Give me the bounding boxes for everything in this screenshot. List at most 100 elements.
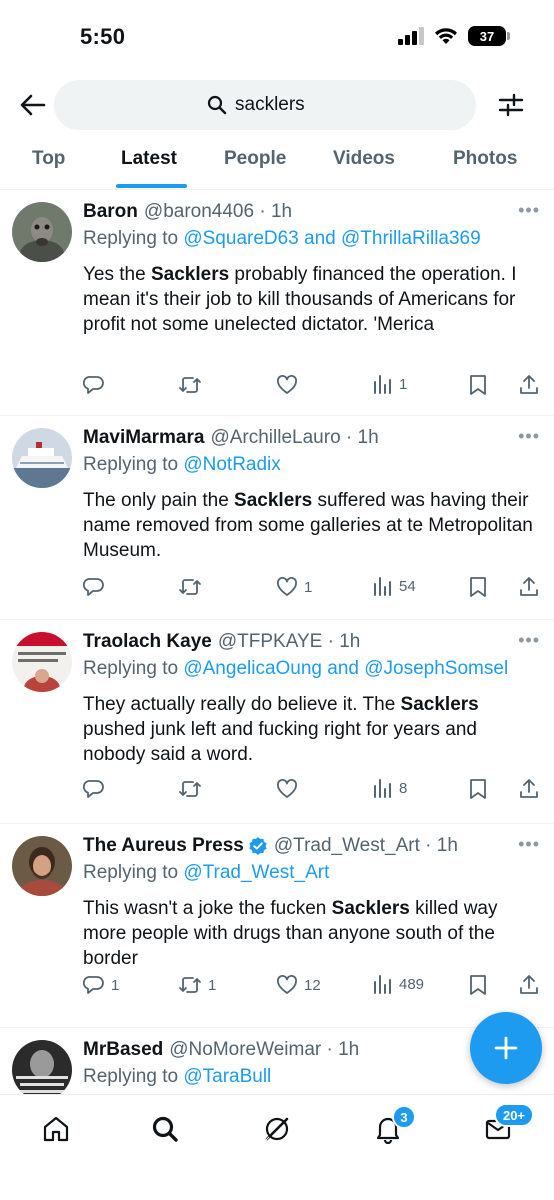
- verified-badge-icon: [248, 836, 268, 856]
- heart-icon: [277, 975, 297, 994]
- retweet-button[interactable]: [178, 576, 208, 598]
- tweet-actions: 1 54: [83, 576, 543, 606]
- like-button[interactable]: [276, 374, 304, 396]
- replying-to-users[interactable]: @SquareD63 and @ThrillaRilla369: [183, 228, 480, 249]
- reply-icon: [83, 578, 104, 596]
- avatar[interactable]: [12, 1040, 72, 1100]
- retweet-button[interactable]: [178, 374, 208, 396]
- replying-to: Replying to @Trad_West_Art: [83, 862, 329, 884]
- tab-videos[interactable]: Videos: [333, 148, 395, 170]
- reply-button[interactable]: [83, 576, 111, 598]
- tweet[interactable]: The Aureus Press @Trad_West_Art · 1h •••…: [0, 824, 554, 1028]
- author-name[interactable]: MrBased: [83, 1039, 163, 1061]
- tweet-text: They actually really do believe it. The …: [83, 692, 539, 767]
- tab-top[interactable]: Top: [32, 148, 65, 170]
- search-input[interactable]: [235, 94, 323, 116]
- bookmark-button[interactable]: [469, 374, 487, 396]
- heart-icon: [277, 779, 297, 798]
- tweet-header: The Aureus Press @Trad_West_Art · 1h: [83, 832, 534, 860]
- avatar[interactable]: [12, 202, 72, 262]
- replying-to: Replying to @NotRadix: [83, 454, 281, 476]
- tab-latest[interactable]: Latest: [121, 148, 177, 170]
- views-chart-icon: [374, 577, 391, 596]
- replying-to-users[interactable]: @TaraBull: [183, 1066, 271, 1087]
- search-icon: [207, 95, 227, 115]
- more-options-icon[interactable]: •••: [518, 200, 540, 221]
- tweet-time: 1h: [270, 201, 293, 222]
- author-handle: @TFPKAYE: [217, 631, 323, 652]
- replying-to-users[interactable]: @NotRadix: [183, 454, 280, 475]
- author-handle: @Trad_West_Art: [273, 835, 420, 856]
- retweet-count: 1: [208, 976, 217, 994]
- back-arrow-icon: [20, 94, 46, 116]
- nav-search[interactable]: [145, 1109, 185, 1149]
- bookmark-button[interactable]: [469, 974, 487, 996]
- search-header: [0, 78, 554, 132]
- tab-photos[interactable]: Photos: [453, 148, 517, 170]
- back-button[interactable]: [16, 88, 50, 122]
- tweet-header: MrBased @NoMoreWeimar · 1h: [83, 1036, 534, 1064]
- views-button[interactable]: 8: [373, 778, 407, 798]
- more-options-icon[interactable]: •••: [518, 834, 540, 855]
- like-button[interactable]: [276, 778, 304, 800]
- tweet[interactable]: MaviMarmara @ArchilleLauro · 1h ••• Repl…: [0, 416, 554, 620]
- retweet-button[interactable]: [178, 778, 208, 800]
- search-filter-button[interactable]: [494, 88, 528, 122]
- views-chart-icon: [374, 975, 391, 994]
- author-name[interactable]: MaviMarmara: [83, 427, 204, 449]
- views-count: 54: [399, 577, 416, 595]
- replying-to-users[interactable]: @Trad_West_Art: [183, 862, 329, 883]
- search-box[interactable]: [54, 80, 476, 130]
- share-icon: [520, 577, 538, 596]
- views-button[interactable]: 54: [373, 576, 416, 596]
- reply-button[interactable]: [83, 778, 111, 800]
- more-options-icon[interactable]: •••: [518, 426, 540, 447]
- tweet-header: Traolach Kaye @TFPKAYE · 1h: [83, 628, 534, 656]
- replying-to-users[interactable]: @AngelicaOung and @JosephSomsel: [183, 658, 508, 679]
- like-count: 12: [304, 976, 321, 994]
- author-name[interactable]: The Aureus Press: [83, 835, 244, 857]
- retweet-icon: [179, 377, 201, 393]
- tweet-text-part: They actually really do believe it. The: [83, 694, 401, 715]
- tab-people[interactable]: People: [224, 148, 286, 170]
- author-name[interactable]: Baron: [83, 201, 138, 223]
- like-button[interactable]: 1: [276, 576, 312, 598]
- status-icons: 37: [398, 26, 510, 46]
- status-bar: 5:50 37: [0, 0, 554, 72]
- nav-home[interactable]: [36, 1109, 76, 1149]
- avatar[interactable]: [12, 428, 72, 488]
- replying-to-prefix: Replying to: [83, 1066, 179, 1087]
- retweet-button[interactable]: 1: [178, 974, 216, 996]
- views-button[interactable]: 489: [373, 974, 424, 994]
- views-chart-icon: [374, 375, 391, 394]
- bookmark-button[interactable]: [469, 576, 487, 598]
- cellular-signal-icon: [398, 27, 424, 45]
- home-icon: [43, 1116, 69, 1142]
- views-count: 489: [399, 975, 425, 993]
- avatar[interactable]: [12, 632, 72, 692]
- share-button[interactable]: [519, 576, 539, 598]
- separator-dot: ·: [419, 835, 437, 856]
- share-button[interactable]: [519, 974, 539, 996]
- grok-icon: [264, 1117, 289, 1142]
- share-button[interactable]: [519, 374, 539, 396]
- nav-grok[interactable]: [257, 1109, 297, 1149]
- avatar[interactable]: [12, 836, 72, 896]
- tweet-text-part: This wasn't a joke the fucken: [83, 898, 332, 919]
- author-name[interactable]: Traolach Kaye: [83, 631, 212, 653]
- tweet-text: This wasn't a joke the fucken Sacklers k…: [83, 896, 539, 971]
- retweet-icon: [179, 579, 201, 595]
- bookmark-button[interactable]: [469, 778, 487, 800]
- reply-button[interactable]: [83, 374, 111, 396]
- share-button[interactable]: [519, 778, 539, 800]
- tweet-text: The only pain the Sacklers suffered was …: [83, 488, 539, 563]
- more-options-icon[interactable]: •••: [518, 630, 540, 651]
- reply-button[interactable]: 1: [83, 974, 119, 996]
- heart-icon: [277, 375, 297, 394]
- tweet[interactable]: Traolach Kaye @TFPKAYE · 1h ••• Replying…: [0, 620, 554, 824]
- tweet[interactable]: Baron @baron4406 · 1h ••• Replying to @S…: [0, 190, 554, 416]
- like-button[interactable]: 12: [276, 974, 321, 996]
- compose-post-button[interactable]: [470, 1012, 542, 1084]
- views-chart-icon: [374, 779, 391, 798]
- views-button[interactable]: 1: [373, 374, 407, 394]
